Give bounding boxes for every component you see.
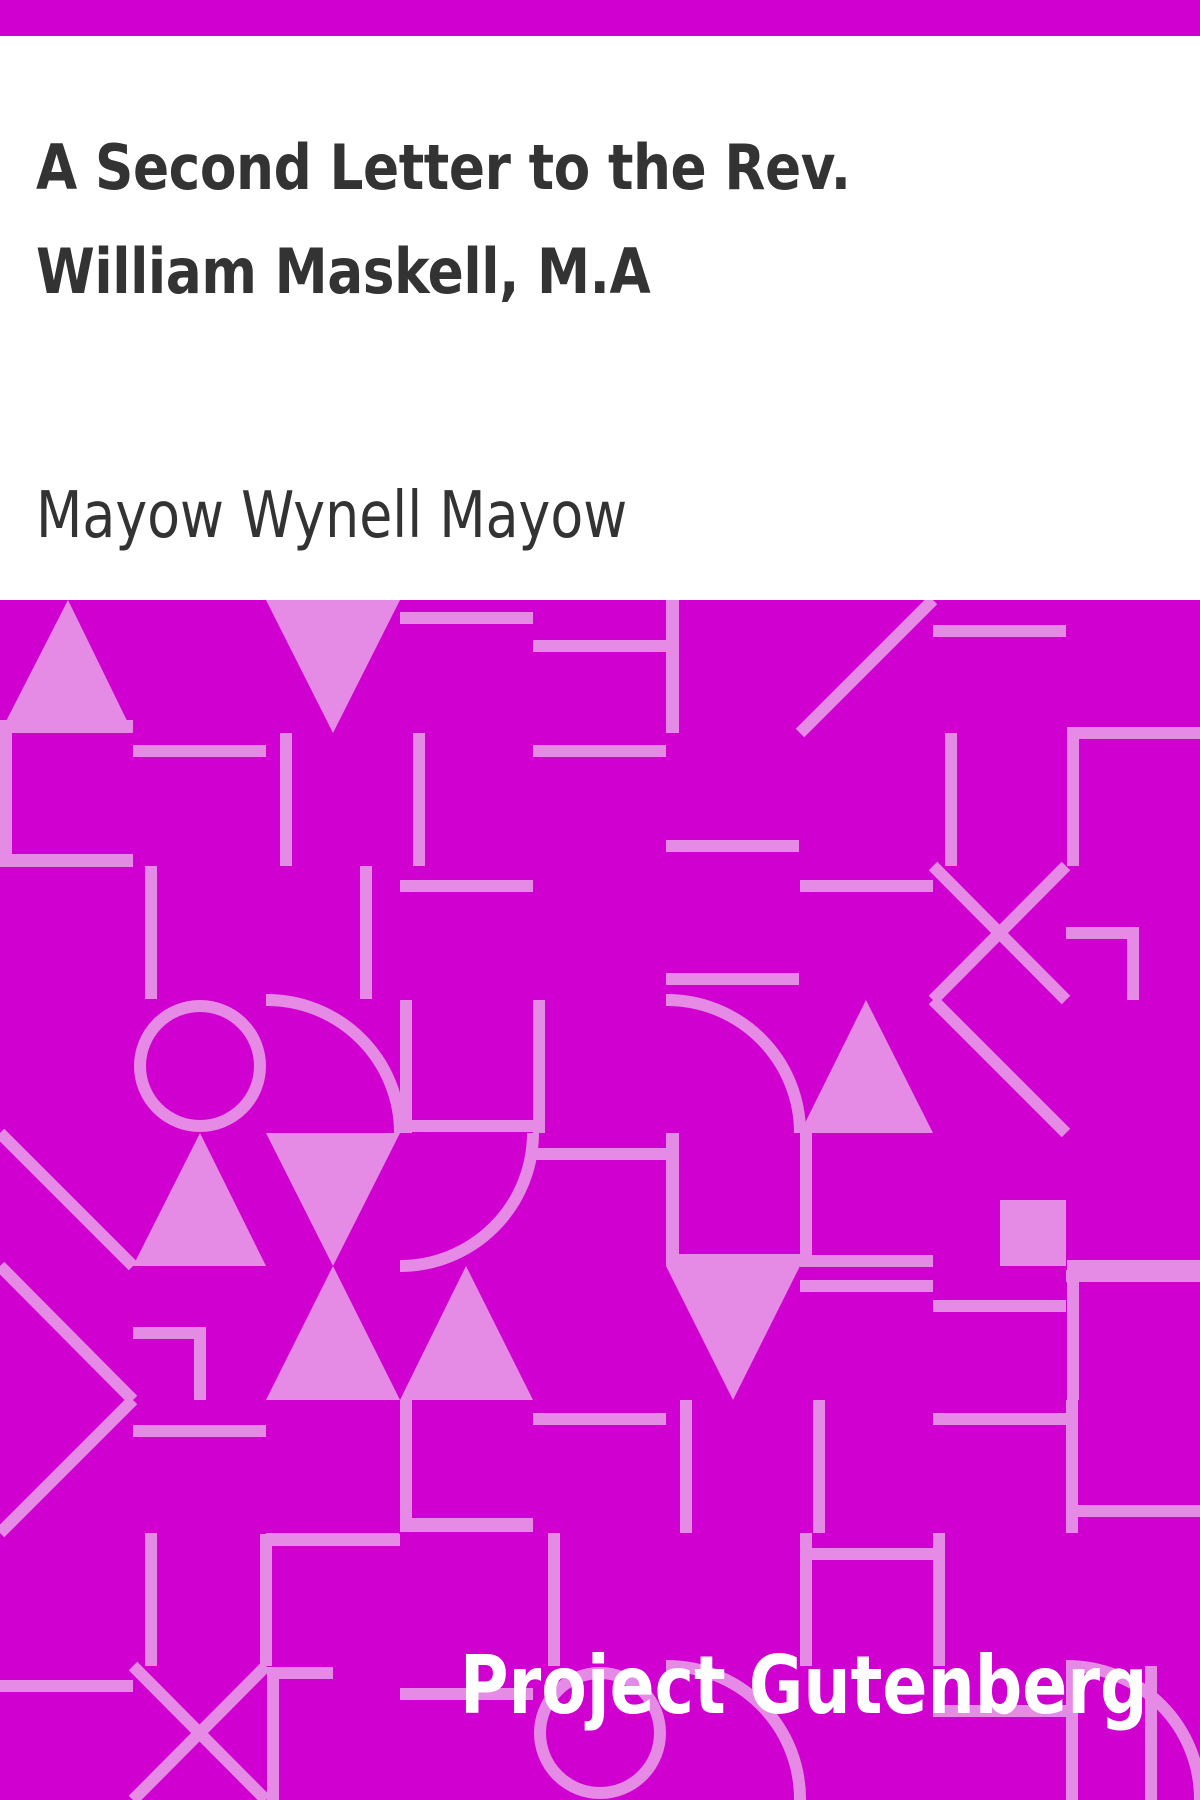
book-author: Mayow Wynell Mayow [36,479,628,553]
book-title: A Second Letter to the Rev. William Mask… [36,131,851,308]
cover-top-bar [0,0,1200,36]
publisher-label: Project Gutenberg [460,1639,1148,1732]
book-cover: A Second Letter to the Rev. William Mask… [0,0,1200,1800]
geometric-pattern [0,600,1200,1800]
title-block: A Second Letter to the Rev. William Mask… [0,36,1200,600]
